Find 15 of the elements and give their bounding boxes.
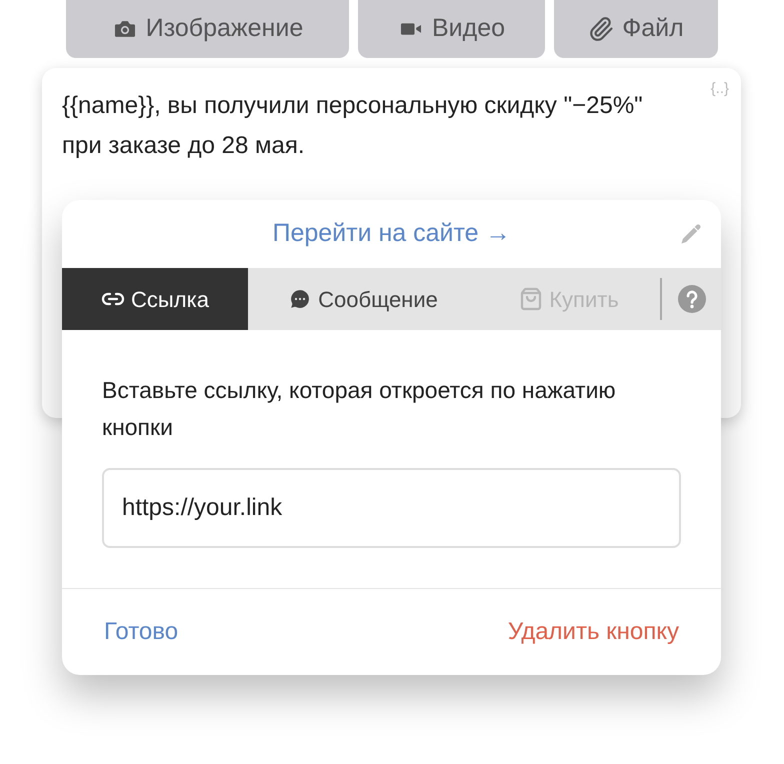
tab[interactable]: Сообщение: [248, 268, 478, 330]
tab[interactable]: Ссылка: [62, 268, 248, 330]
paperclip-icon: [588, 16, 614, 42]
pencil-icon[interactable]: [679, 222, 703, 246]
done-button[interactable]: Готово: [104, 614, 178, 650]
attach-button[interactable]: Видео: [358, 0, 545, 58]
attach-button[interactable]: Файл: [554, 0, 718, 58]
message-text: {{name}}, вы получили персональную скидку "−25%" при заказе до 28 мая.: [62, 91, 644, 161]
button-title: Перейти на сайте →: [272, 218, 511, 250]
help-icon[interactable]: [676, 284, 706, 314]
instruction-text: Вставьте ссылку, которая откроется по нажатию кнопки: [102, 376, 617, 442]
url-field[interactable]: https://your.link: [102, 468, 681, 548]
attach-button[interactable]: Изображение: [66, 0, 349, 58]
shopping-bag-icon: [519, 287, 544, 311]
delete-button[interactable]: Удалить кнопку: [508, 614, 679, 650]
